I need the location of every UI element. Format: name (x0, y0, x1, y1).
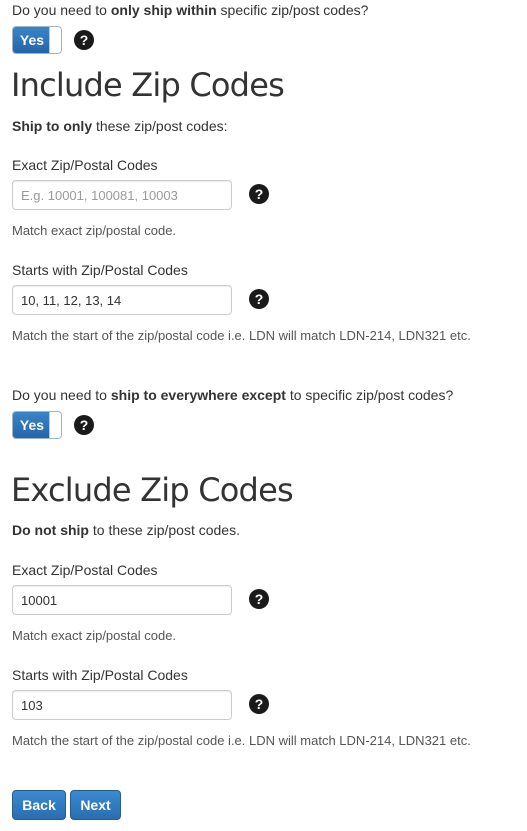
exclude-toggle[interactable]: Yes (12, 411, 62, 439)
include-exact-label: Exact Zip/Postal Codes (12, 157, 158, 173)
include-toggle[interactable]: Yes (12, 26, 62, 54)
back-button[interactable]: Back (12, 790, 66, 820)
exclude-starts-hint: Match the start of the zip/postal code i… (12, 733, 471, 748)
toggle-on-label: Yes (13, 412, 51, 438)
include-question: Do you need to only ship within specific… (12, 2, 369, 18)
toggle-knob (49, 412, 61, 438)
question-circle-icon[interactable]: ? (249, 589, 269, 609)
include-heading: Include Zip Codes (11, 66, 285, 104)
question-circle-icon[interactable]: ? (249, 184, 269, 204)
question-circle-icon[interactable]: ? (74, 30, 94, 50)
question-circle-icon[interactable]: ? (74, 415, 94, 435)
question-circle-icon[interactable]: ? (249, 289, 269, 309)
exclude-heading: Exclude Zip Codes (11, 471, 294, 509)
include-exact-hint: Match exact zip/postal code. (12, 223, 177, 238)
question-circle-icon[interactable]: ? (249, 694, 269, 714)
exclude-intro: Do not ship to these zip/post codes. (12, 522, 240, 538)
include-starts-hint: Match the start of the zip/postal code i… (12, 328, 471, 343)
exclude-exact-label: Exact Zip/Postal Codes (12, 562, 158, 578)
include-intro: Ship to only these zip/post codes: (12, 118, 228, 134)
exclude-starts-label: Starts with Zip/Postal Codes (12, 667, 188, 683)
next-button[interactable]: Next (70, 790, 121, 820)
include-exact-input[interactable] (12, 180, 232, 210)
include-starts-input[interactable] (12, 285, 232, 315)
toggle-knob (49, 27, 61, 53)
exclude-starts-input[interactable] (12, 690, 232, 720)
exclude-exact-hint: Match exact zip/postal code. (12, 628, 177, 643)
exclude-question: Do you need to ship to everywhere except… (12, 387, 454, 403)
exclude-exact-input[interactable] (12, 585, 232, 615)
include-starts-label: Starts with Zip/Postal Codes (12, 262, 188, 278)
toggle-on-label: Yes (13, 27, 51, 53)
